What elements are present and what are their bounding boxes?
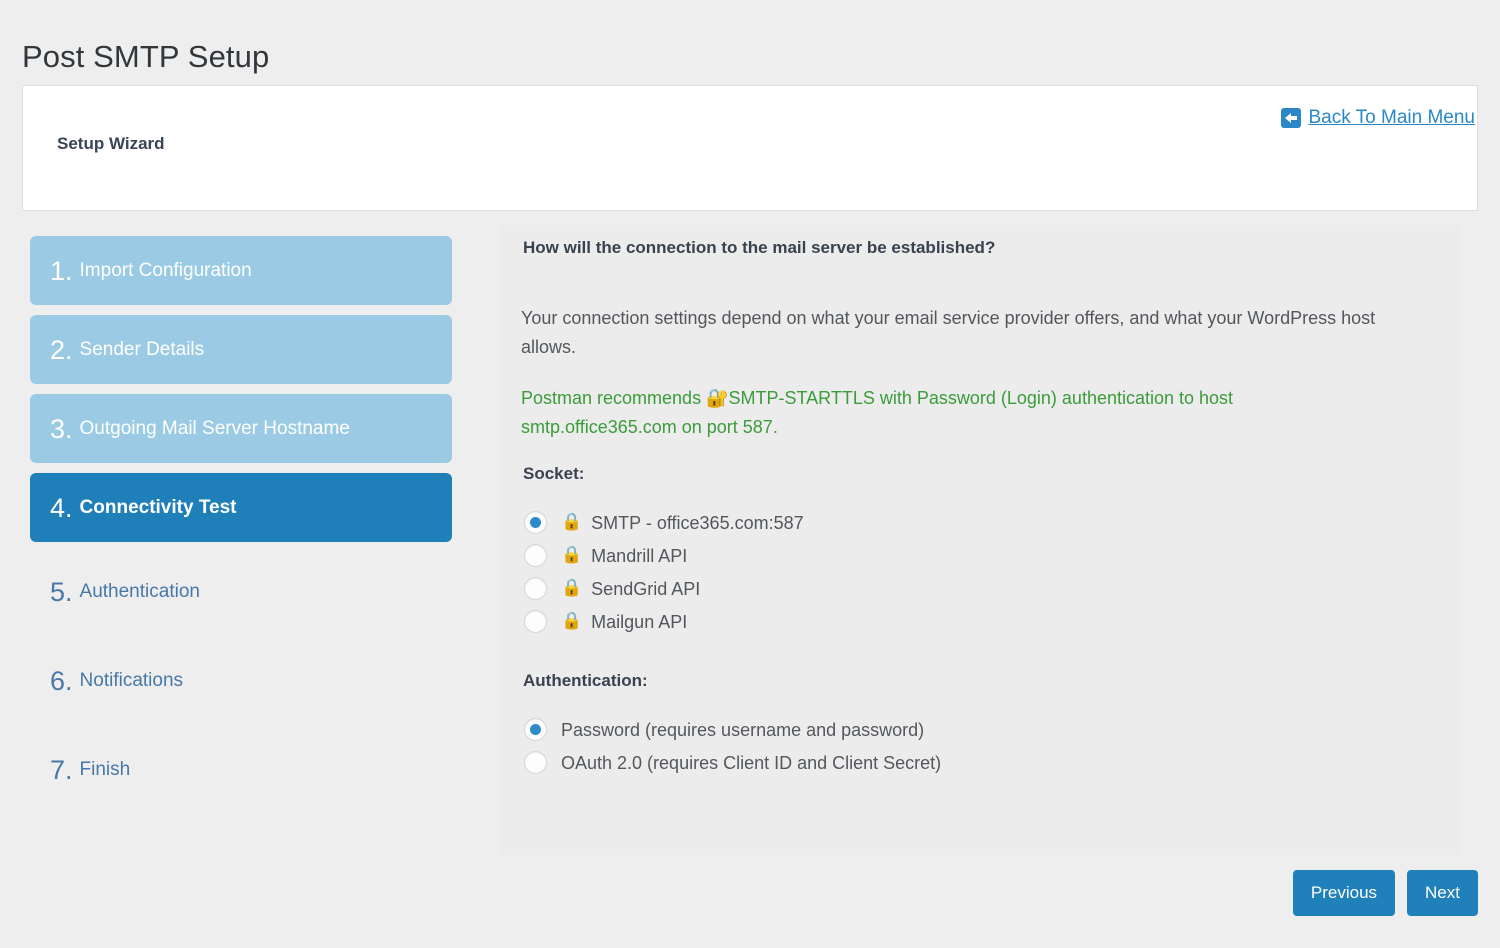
next-button[interactable]: Next — [1407, 870, 1478, 916]
socket-option-mandrill-api-radio[interactable] — [524, 544, 547, 567]
previous-button[interactable]: Previous — [1293, 870, 1395, 916]
step-label: Sender Details — [80, 340, 205, 359]
step-label: Authentication — [80, 582, 200, 601]
main-heading: How will the connection to the mail serv… — [523, 238, 1421, 258]
sidebar-item-notifications[interactable]: 6. Notifications — [30, 641, 452, 720]
authentication-radio-group: Password (requires username and password… — [524, 713, 1421, 779]
main-content: How will the connection to the mail serv… — [521, 238, 1421, 779]
socket-option-sendgrid-api[interactable]: 🔒 SendGrid API — [524, 572, 1421, 605]
step-number: 4. — [50, 495, 73, 522]
step-number: 6. — [50, 668, 73, 695]
step-number: 5. — [50, 579, 73, 606]
wizard-header-card: Setup Wizard Back To Main Menu — [22, 85, 1478, 211]
step-number: 7. — [50, 757, 73, 784]
step-label: Outgoing Mail Server Hostname — [80, 419, 350, 438]
sidebar-item-sender-details[interactable]: 2. Sender Details — [30, 315, 452, 384]
sidebar-item-authentication[interactable]: 5. Authentication — [30, 552, 452, 631]
socket-option-sendgrid-api-radio[interactable] — [524, 577, 547, 600]
authentication-section-label: Authentication: — [523, 671, 1421, 691]
lock-icon: 🔒 — [561, 514, 582, 531]
setup-wizard-page: Post SMTP Setup Setup Wizard Back To Mai… — [0, 0, 1500, 948]
socket-option-mandrill-api-label: Mandrill API — [591, 547, 687, 565]
lock-icon: 🔒 — [561, 547, 582, 564]
step-number: 3. — [50, 416, 73, 443]
step-label: Finish — [80, 760, 131, 779]
socket-option-smtp-label: SMTP - office365.com:587 — [591, 514, 803, 532]
auth-option-oauth2[interactable]: OAuth 2.0 (requires Client ID and Client… — [524, 746, 1421, 779]
back-arrow-icon — [1281, 108, 1301, 128]
step-number: 1. — [50, 258, 73, 285]
sidebar-item-finish[interactable]: 7. Finish — [30, 730, 452, 809]
step-label: Connectivity Test — [80, 498, 237, 517]
auth-option-oauth2-label: OAuth 2.0 (requires Client ID and Client… — [561, 754, 941, 772]
lock-icon: 🔒 — [561, 580, 582, 597]
page-title: Post SMTP Setup — [22, 35, 269, 79]
wizard-step-list: 1. Import Configuration 2. Sender Detail… — [30, 236, 452, 819]
auth-option-password-radio[interactable] — [524, 718, 547, 741]
auth-option-password[interactable]: Password (requires username and password… — [524, 713, 1421, 746]
recommendation-prefix: Postman recommends — [521, 388, 706, 408]
socket-option-smtp-radio[interactable] — [524, 511, 547, 534]
sidebar-item-connectivity-test[interactable]: 4. Connectivity Test — [30, 473, 452, 542]
intro-paragraph: Your connection settings depend on what … — [521, 304, 1411, 362]
wizard-footer-buttons: Previous Next — [1293, 870, 1478, 916]
back-to-main-menu-link[interactable]: Back To Main Menu — [1281, 107, 1475, 129]
step-label: Notifications — [80, 671, 184, 690]
lock-icon: 🔒 — [561, 613, 582, 630]
socket-option-mailgun-api-label: Mailgun API — [591, 613, 687, 631]
auth-option-password-label: Password (requires username and password… — [561, 721, 924, 739]
socket-section-label: Socket: — [523, 464, 1421, 484]
sidebar-item-outgoing-mail-server-hostname[interactable]: 3. Outgoing Mail Server Hostname — [30, 394, 452, 463]
auth-option-oauth2-radio[interactable] — [524, 751, 547, 774]
sidebar-item-import-configuration[interactable]: 1. Import Configuration — [30, 236, 452, 305]
socket-radio-group: 🔒 SMTP - office365.com:587 🔒 Mandrill AP… — [524, 506, 1421, 638]
recommendation-paragraph: Postman recommends 🔐SMTP-STARTTLS with P… — [521, 384, 1281, 442]
socket-option-mailgun-api-radio[interactable] — [524, 610, 547, 633]
step-label: Import Configuration — [80, 261, 252, 280]
socket-option-mandrill-api[interactable]: 🔒 Mandrill API — [524, 539, 1421, 572]
wizard-card-title: Setup Wizard — [57, 134, 165, 154]
socket-option-smtp[interactable]: 🔒 SMTP - office365.com:587 — [524, 506, 1421, 539]
locked-with-key-icon: 🔐 — [706, 388, 728, 409]
step-number: 2. — [50, 337, 73, 364]
socket-option-sendgrid-api-label: SendGrid API — [591, 580, 700, 598]
back-to-main-menu-label[interactable]: Back To Main Menu — [1308, 107, 1475, 129]
socket-option-mailgun-api[interactable]: 🔒 Mailgun API — [524, 605, 1421, 638]
